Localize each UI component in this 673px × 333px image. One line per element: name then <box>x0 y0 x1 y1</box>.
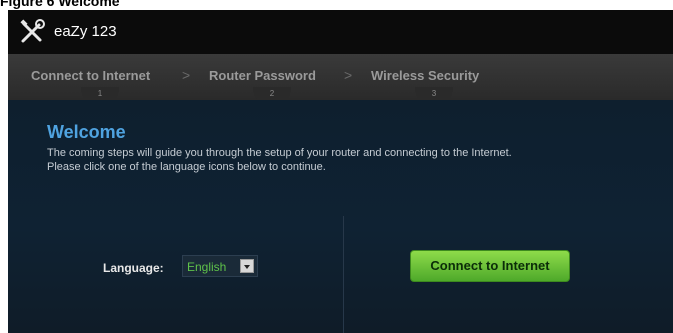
tools-icon <box>20 19 45 43</box>
step-connect-internet[interactable]: Connect to Internet <box>31 68 150 83</box>
chevron-down-icon[interactable] <box>240 259 254 273</box>
welcome-description: The coming steps will guide you through … <box>47 146 667 174</box>
welcome-line-2: Please click one of the language icons b… <box>47 161 326 173</box>
step-number-2: 2 <box>269 89 275 98</box>
content-panel: Welcome The coming steps will guide you … <box>8 100 673 333</box>
wizard-window: eaZy 123 Connect to Internet 1 > Router … <box>8 10 673 333</box>
welcome-line-1: The coming steps will guide you through … <box>47 147 512 159</box>
step-number-1: 1 <box>97 89 103 98</box>
wizard-steps: Connect to Internet 1 > Router Password … <box>8 54 673 107</box>
step-separator: > <box>182 67 191 83</box>
step-separator: > <box>344 67 353 83</box>
step-number-3: 3 <box>431 89 437 98</box>
section-divider <box>343 216 344 333</box>
title-bar: eaZy 123 <box>8 10 673 54</box>
step-router-password[interactable]: Router Password <box>209 68 316 83</box>
step-wireless-security[interactable]: Wireless Security <box>371 68 479 83</box>
figure-caption: Figure 6 Welcome <box>0 0 120 9</box>
page-title: Welcome <box>47 122 126 142</box>
connect-internet-button[interactable]: Connect to Internet <box>410 250 570 282</box>
language-label: Language: <box>103 261 164 275</box>
language-select[interactable]: English <box>182 255 258 277</box>
app-title: eaZy 123 <box>54 23 117 40</box>
language-value: English <box>187 260 227 274</box>
